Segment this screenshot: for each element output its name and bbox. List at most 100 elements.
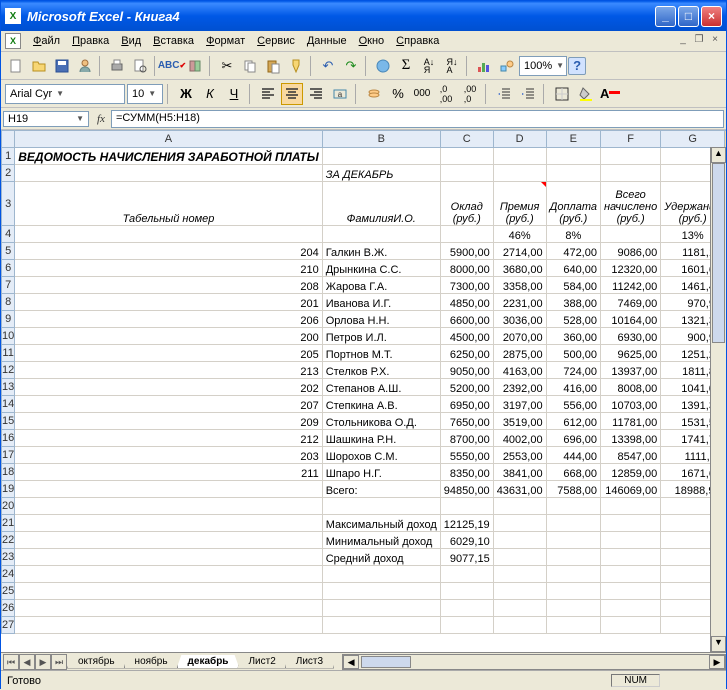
cell-D27[interactable] <box>493 617 546 634</box>
horizontal-scrollbar[interactable]: ◀ ▶ <box>342 654 726 670</box>
increase-decimal-button[interactable]: ,0,00 <box>435 83 457 105</box>
cell-E15[interactable]: 612,00 <box>546 413 600 430</box>
cell-F26[interactable] <box>600 600 660 617</box>
vscroll-thumb[interactable] <box>712 163 725 343</box>
font-size-dropdown[interactable]: 10▼ <box>127 84 163 104</box>
redo-button[interactable]: ↷ <box>340 55 362 77</box>
fx-button[interactable]: fx <box>91 113 111 125</box>
cell-D13[interactable]: 2392,00 <box>493 379 546 396</box>
close-button[interactable]: × <box>701 6 722 27</box>
doc-close-button[interactable]: × <box>708 34 722 48</box>
cell-A3[interactable]: Табельный номер <box>15 182 322 226</box>
cell-F23[interactable] <box>600 549 660 566</box>
cell-C6[interactable]: 8000,00 <box>440 260 493 277</box>
cell-C21[interactable]: 12125,19 <box>440 515 493 532</box>
row-header-20[interactable]: 20 <box>2 498 15 515</box>
save-button[interactable] <box>51 55 73 77</box>
cell-E3[interactable]: Доплата (руб.) <box>546 182 600 226</box>
print-preview-button[interactable] <box>129 55 151 77</box>
cell-A27[interactable] <box>15 617 322 634</box>
cell-F15[interactable]: 11781,00 <box>600 413 660 430</box>
cell-E26[interactable] <box>546 600 600 617</box>
cell-B3[interactable]: ФамилияИ.О. <box>322 182 440 226</box>
tab-next-button[interactable]: ▶ <box>35 654 51 670</box>
row-header-14[interactable]: 14 <box>2 396 15 413</box>
cell-A12[interactable]: 213 <box>15 362 322 379</box>
cell-D4[interactable]: 46% <box>493 226 546 243</box>
cell-D3[interactable]: Премия (руб.) <box>493 182 546 226</box>
cell-D11[interactable]: 2875,00 <box>493 345 546 362</box>
row-header-17[interactable]: 17 <box>2 447 15 464</box>
cell-B15[interactable]: Стольникова О.Д. <box>322 413 440 430</box>
doc-icon[interactable]: X <box>5 33 21 49</box>
cell-C17[interactable]: 5550,00 <box>440 447 493 464</box>
cell-E20[interactable] <box>546 498 600 515</box>
cell-A24[interactable] <box>15 566 322 583</box>
cell-A14[interactable]: 207 <box>15 396 322 413</box>
cell-F12[interactable]: 13937,00 <box>600 362 660 379</box>
cell-A20[interactable] <box>15 498 322 515</box>
sort-asc-button[interactable]: А↓Я <box>418 55 440 77</box>
cell-F10[interactable]: 6930,00 <box>600 328 660 345</box>
cell-F1[interactable] <box>600 148 660 165</box>
row-header-15[interactable]: 15 <box>2 413 15 430</box>
cell-F14[interactable]: 10703,00 <box>600 396 660 413</box>
cell-F24[interactable] <box>600 566 660 583</box>
cell-C13[interactable]: 5200,00 <box>440 379 493 396</box>
cell-E4[interactable]: 8% <box>546 226 600 243</box>
scroll-right-button[interactable]: ▶ <box>709 655 725 669</box>
hscroll-thumb[interactable] <box>361 656 411 668</box>
cell-A10[interactable]: 200 <box>15 328 322 345</box>
row-header-13[interactable]: 13 <box>2 379 15 396</box>
cell-D18[interactable]: 3841,00 <box>493 464 546 481</box>
cell-D21[interactable] <box>493 515 546 532</box>
open-button[interactable] <box>28 55 50 77</box>
cell-D12[interactable]: 4163,00 <box>493 362 546 379</box>
cell-B7[interactable]: Жарова Г.А. <box>322 277 440 294</box>
menu-окно[interactable]: Окно <box>353 33 391 49</box>
drawing-button[interactable] <box>496 55 518 77</box>
cell-A9[interactable]: 206 <box>15 311 322 328</box>
copy-button[interactable] <box>239 55 261 77</box>
row-header-26[interactable]: 26 <box>2 600 15 617</box>
menu-данные[interactable]: Данные <box>301 33 353 49</box>
column-header-H[interactable]: H <box>725 131 726 148</box>
spellcheck-button[interactable]: ABC✔ <box>161 55 183 77</box>
format-painter-button[interactable] <box>285 55 307 77</box>
cell-F8[interactable]: 7469,00 <box>600 294 660 311</box>
cell-C24[interactable] <box>440 566 493 583</box>
sort-desc-button[interactable]: Я↓А <box>441 55 463 77</box>
percent-button[interactable]: % <box>387 83 409 105</box>
cell-D10[interactable]: 2070,00 <box>493 328 546 345</box>
cell-C23[interactable]: 9077,15 <box>440 549 493 566</box>
cell-F25[interactable] <box>600 583 660 600</box>
cell-B22[interactable]: Минимальный доход <box>322 532 440 549</box>
cell-C25[interactable] <box>440 583 493 600</box>
cell-E1[interactable] <box>546 148 600 165</box>
column-header-F[interactable]: F <box>600 131 660 148</box>
comma-button[interactable]: 000 <box>411 83 433 105</box>
decrease-decimal-button[interactable]: ,00,0 <box>459 83 481 105</box>
cell-E18[interactable]: 668,00 <box>546 464 600 481</box>
fill-color-button[interactable] <box>575 83 597 105</box>
row-header-27[interactable]: 27 <box>2 617 15 634</box>
cell-A8[interactable]: 201 <box>15 294 322 311</box>
cell-D25[interactable] <box>493 583 546 600</box>
select-all-corner[interactable] <box>2 131 15 148</box>
row-header-7[interactable]: 7 <box>2 277 15 294</box>
tab-first-button[interactable]: ⏮ <box>3 654 19 670</box>
cell-C1[interactable] <box>440 148 493 165</box>
row-header-8[interactable]: 8 <box>2 294 15 311</box>
cell-A13[interactable]: 202 <box>15 379 322 396</box>
cell-A16[interactable]: 212 <box>15 430 322 447</box>
cell-F16[interactable]: 13398,00 <box>600 430 660 447</box>
cell-E10[interactable]: 360,00 <box>546 328 600 345</box>
bold-button[interactable]: Ж <box>175 83 197 105</box>
cell-C8[interactable]: 4850,00 <box>440 294 493 311</box>
cell-E2[interactable] <box>546 165 600 182</box>
hyperlink-button[interactable] <box>372 55 394 77</box>
scroll-up-button[interactable]: ▲ <box>711 147 726 163</box>
cell-B21[interactable]: Максимальный доход <box>322 515 440 532</box>
cell-F11[interactable]: 9625,00 <box>600 345 660 362</box>
sheet-tab-Лист3[interactable]: Лист3 <box>285 655 334 669</box>
